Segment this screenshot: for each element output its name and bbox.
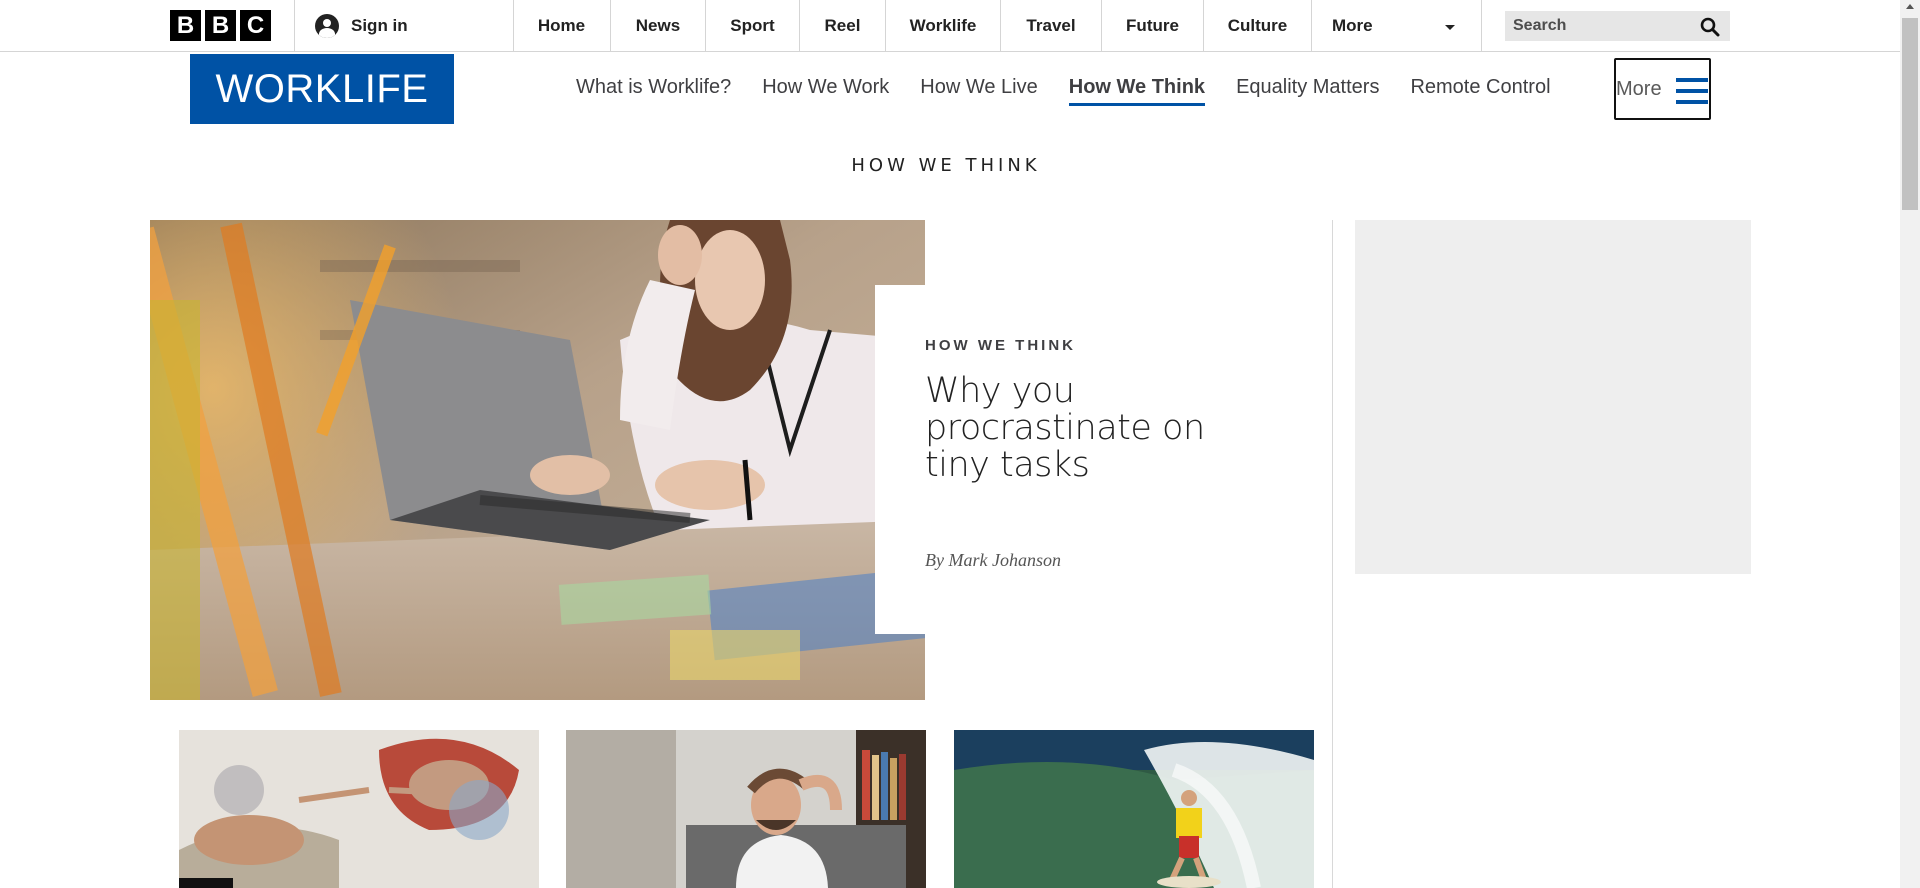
nav-home[interactable]: Home <box>513 0 611 51</box>
bbc-logo-letter: B <box>205 10 236 41</box>
search-icon[interactable] <box>1700 17 1720 37</box>
subnav-remote-control[interactable]: Remote Control <box>1410 76 1550 106</box>
scroll-up-icon[interactable] <box>1906 4 1914 9</box>
nav-more-dropdown[interactable]: More <box>1312 0 1482 51</box>
advert-placeholder <box>1355 220 1751 574</box>
story-thumbnail[interactable] <box>566 730 926 888</box>
nav-reel[interactable]: Reel <box>800 0 886 51</box>
nav-future[interactable]: Future <box>1102 0 1204 51</box>
worklife-logo[interactable]: WORKLIFE <box>190 54 454 124</box>
bbc-global-header: B B C Sign in Home News Sport Reel Workl… <box>0 0 1900 52</box>
bbc-logo[interactable]: B B C <box>170 10 271 41</box>
hero-photo-illustration <box>150 220 925 700</box>
hero-image[interactable] <box>150 220 925 700</box>
bbc-logo-letter: B <box>170 10 201 41</box>
worklife-subnav: What is Worklife? How We Work How We Liv… <box>576 76 1582 106</box>
search-placeholder: Search <box>1513 17 1567 34</box>
more-menu-label: More <box>1616 78 1662 100</box>
nav-worklife[interactable]: Worklife <box>886 0 1001 51</box>
hero-kicker: HOW WE THINK <box>925 337 1076 354</box>
page-scrollbar[interactable] <box>1900 0 1920 888</box>
nav-news[interactable]: News <box>611 0 706 51</box>
global-nav: Home News Sport Reel Worklife Travel Fut… <box>513 0 1482 51</box>
more-menu-button[interactable]: More <box>1614 58 1711 120</box>
search-input[interactable]: Search <box>1505 11 1730 41</box>
nav-culture[interactable]: Culture <box>1204 0 1312 51</box>
bbc-logo-letter: C <box>240 10 271 41</box>
column-divider <box>1332 220 1333 888</box>
hero-byline: By Mark Johanson <box>925 550 1061 570</box>
subnav-what-is-worklife[interactable]: What is Worklife? <box>576 76 731 106</box>
story-thumbnail[interactable] <box>954 730 1314 888</box>
hero-card[interactable]: HOW WE THINK Why you procrastinate on ti… <box>875 285 1205 634</box>
hamburger-icon <box>1676 78 1708 104</box>
nav-travel[interactable]: Travel <box>1001 0 1102 51</box>
subnav-how-we-think[interactable]: How We Think <box>1068 76 1206 106</box>
nav-sport[interactable]: Sport <box>706 0 800 51</box>
subnav-how-we-work[interactable]: How We Work <box>762 76 889 106</box>
relaxing-man-image <box>566 730 926 888</box>
section-title-text: HOW WE THINK <box>851 155 1041 176</box>
story-thumbnail[interactable] <box>179 730 539 888</box>
creation-of-adam-image <box>179 730 539 888</box>
user-icon <box>315 13 339 38</box>
media-badge <box>179 878 233 888</box>
sign-in-label: Sign in <box>351 15 408 35</box>
hero-headline[interactable]: Why you procrastinate on tiny tasks <box>925 373 1215 484</box>
scrollbar-thumb[interactable] <box>1902 18 1918 210</box>
subnav-equality-matters[interactable]: Equality Matters <box>1236 76 1379 106</box>
chevron-down-icon <box>1445 25 1455 30</box>
subnav-how-we-live[interactable]: How We Live <box>920 76 1037 106</box>
sign-in-link[interactable]: Sign in <box>294 0 514 51</box>
surfer-image <box>954 730 1314 888</box>
section-title: HOW WE THINK <box>0 155 1898 176</box>
nav-more-label: More <box>1332 15 1373 35</box>
